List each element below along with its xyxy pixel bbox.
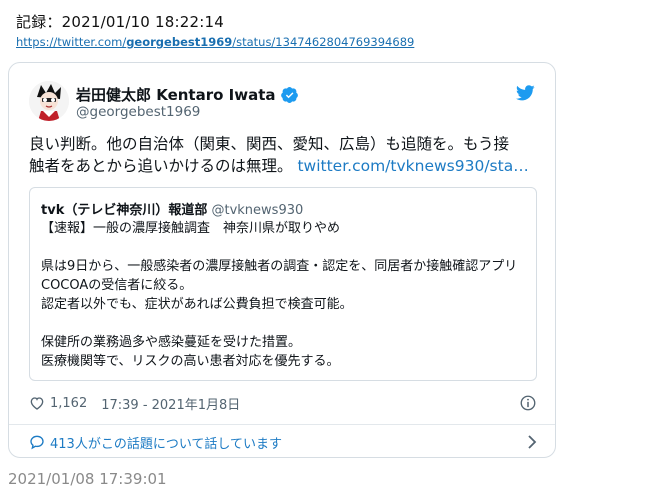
author-handle[interactable]: @georgebest1969 [76, 104, 200, 120]
conversation-link[interactable]: 413人がこの話題について話しています [29, 432, 539, 452]
source-url-link[interactable]: https://twitter.com/georgebest1969/statu… [16, 35, 414, 49]
tweet-timestamp[interactable]: 17:39 - 2021年1月8日 [101, 394, 240, 413]
author-name[interactable]: 岩田健太郎 Kentaro Iwata [76, 84, 299, 105]
tweet-card: 岩田健太郎 Kentaro Iwata @georgebest1969 良い判断… [8, 62, 556, 458]
chevron-right-icon [528, 435, 537, 449]
footer-date: 2021/01/08 17:39:01 [8, 470, 167, 488]
quoted-tweet[interactable]: tvk（テレビ神奈川）報道部 @tvknews930 【速報】一般の濃厚接触調査… [29, 187, 537, 381]
heart-icon[interactable] [29, 395, 45, 411]
avatar[interactable] [29, 81, 69, 121]
like-count[interactable]: 1,162 [50, 396, 87, 411]
divider [9, 424, 555, 425]
record-timestamp: 記録：2021/01/10 18:22:14 [16, 13, 224, 31]
tweet-stats: 1,162 17:39 - 2021年1月8日 [29, 393, 539, 413]
tweet-link[interactable]: twitter.com/tvknews930/sta… [297, 157, 528, 175]
speech-bubble-icon [30, 435, 44, 450]
twitter-bird-icon[interactable] [516, 85, 535, 101]
verified-badge-icon [280, 86, 298, 103]
quote-text: 【速報】一般の濃厚接触調査 神奈川県が取りやめ 県は9日から、一般感染者の濃厚接… [41, 221, 518, 369]
tweet-text: 良い判断。他の自治体（関東、関西、愛知、広島）も追随を。もう接 触者をあとから追… [29, 135, 529, 175]
quote-author: tvk（テレビ神奈川）報道部 @tvknews930 [41, 203, 304, 218]
info-icon[interactable] [519, 394, 537, 412]
